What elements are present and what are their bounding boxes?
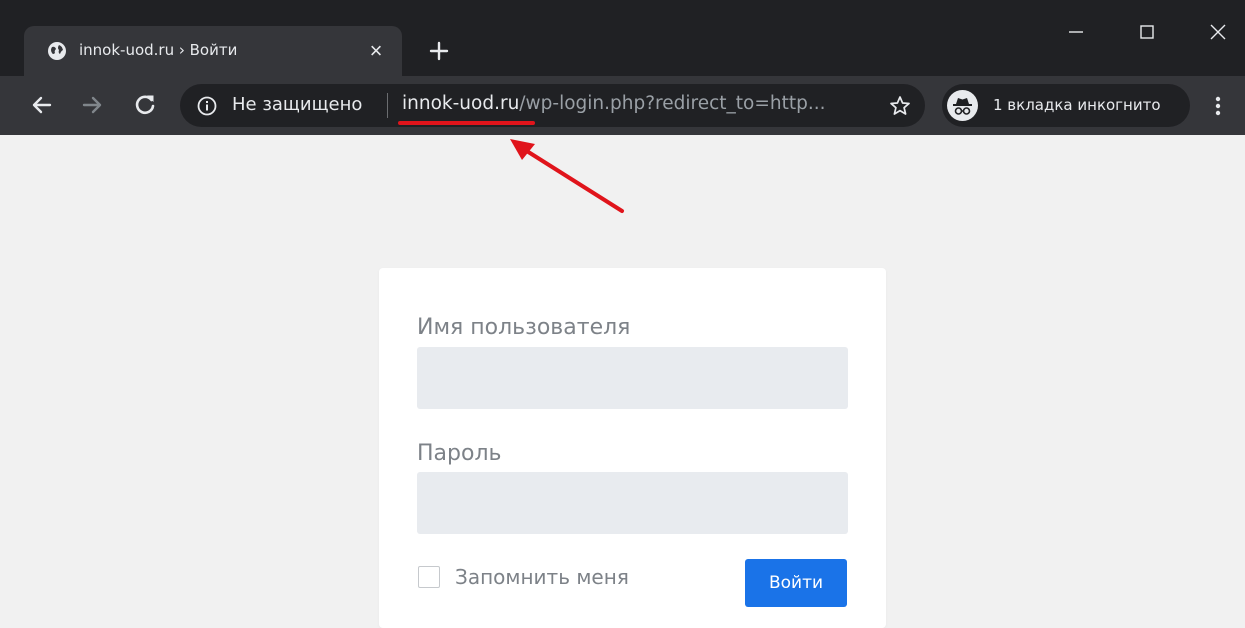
remember-me-label[interactable]: Запомнить меня: [455, 565, 629, 589]
bookmark-star-icon[interactable]: [888, 94, 912, 118]
login-button[interactable]: Войти: [745, 559, 847, 607]
incognito-label: 1 вкладка инкогнито: [993, 96, 1161, 114]
url-text[interactable]: innok-uod.ru/wp-login.php?redirect_to=ht…: [402, 93, 825, 114]
tab-close-icon[interactable]: ×: [364, 39, 388, 63]
close-window-icon[interactable]: [1195, 12, 1241, 52]
incognito-icon: [947, 90, 978, 121]
address-separator: [387, 93, 388, 118]
tab-title: innok-uod.ru › Войти: [79, 41, 238, 59]
remember-me-checkbox[interactable]: [418, 566, 440, 588]
security-status-label[interactable]: Не защищено: [232, 94, 362, 115]
maximize-icon[interactable]: [1124, 12, 1170, 52]
domain-underline-annotation: [398, 121, 535, 125]
username-label: Имя пользователя: [417, 315, 631, 340]
url-domain: innok-uod.ru: [402, 93, 520, 114]
more-options-icon[interactable]: [1210, 94, 1226, 118]
back-arrow-icon[interactable]: [28, 91, 56, 119]
username-input[interactable]: [417, 347, 848, 409]
url-path: /wp-login.php?redirect_to=http...: [519, 93, 826, 114]
reload-icon[interactable]: [131, 91, 159, 119]
incognito-indicator[interactable]: 1 вкладка инкогнито: [942, 84, 1190, 127]
browser-tab[interactable]: innok-uod.ru › Войти ×: [24, 26, 402, 76]
password-input[interactable]: [417, 472, 848, 534]
minimize-icon[interactable]: [1053, 12, 1099, 52]
login-form: Имя пользователя Пароль Запомнить меня В…: [379, 268, 886, 628]
browser-toolbar: Не защищено innok-uod.ru/wp-login.php?re…: [0, 76, 1245, 135]
new-tab-icon[interactable]: [424, 36, 454, 66]
globe-icon: [48, 42, 66, 60]
address-bar[interactable]: Не защищено innok-uod.ru/wp-login.php?re…: [180, 84, 925, 127]
annotation-arrow-icon: [510, 139, 624, 213]
info-icon[interactable]: [196, 95, 218, 117]
forward-arrow-icon[interactable]: [78, 91, 106, 119]
browser-titlebar: innok-uod.ru › Войти ×: [0, 0, 1245, 76]
password-label: Пароль: [417, 441, 502, 466]
